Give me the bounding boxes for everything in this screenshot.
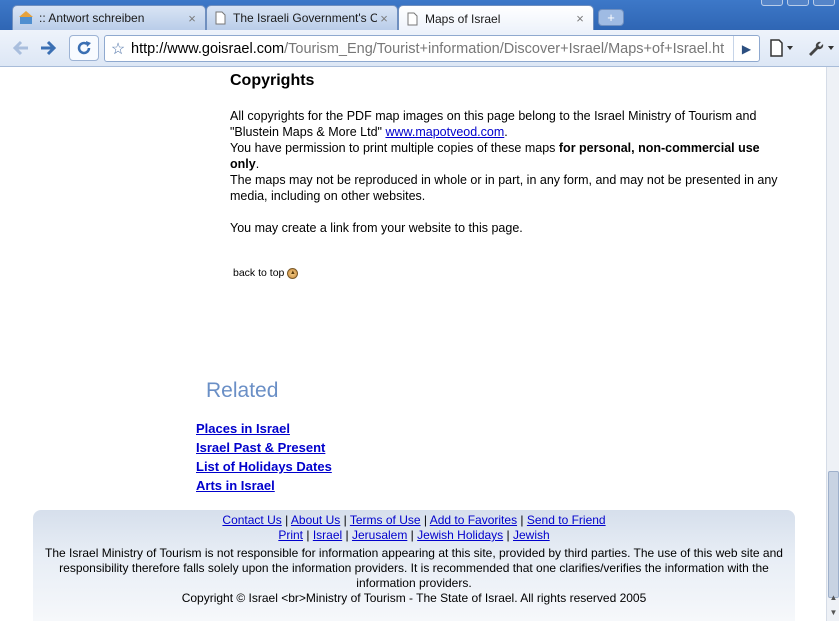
close-icon[interactable]: × bbox=[377, 11, 391, 26]
new-tab-button[interactable]: + bbox=[598, 9, 624, 26]
separator: | bbox=[343, 513, 347, 527]
israel-link[interactable]: Israel bbox=[313, 528, 342, 542]
page-favicon-icon bbox=[215, 11, 226, 25]
related-link-places[interactable]: Places in Israel bbox=[196, 419, 332, 438]
maximize-button[interactable] bbox=[787, 0, 809, 6]
period-text: . bbox=[255, 157, 260, 171]
footer-links-row-1: Contact Us | About Us | Terms of Use | A… bbox=[33, 513, 795, 528]
tab-israeli-government[interactable]: The Israeli Government's O... × bbox=[206, 5, 398, 30]
url-text[interactable]: http://www.goisrael.com/Tourism_Eng/Tour… bbox=[131, 41, 733, 57]
back-to-top-label: back to top bbox=[233, 267, 285, 279]
tab-strip: :: Antwort schreiben × The Israeli Gover… bbox=[0, 0, 839, 31]
footer-disclaimer: The Israel Ministry of Tourism is not re… bbox=[45, 546, 783, 590]
scroll-up-arrow-icon[interactable]: ▲ bbox=[827, 591, 839, 605]
arrow-right-icon bbox=[41, 40, 57, 56]
related-link-arts[interactable]: Arts in Israel bbox=[196, 476, 332, 495]
jerusalem-link[interactable]: Jerusalem bbox=[352, 528, 407, 542]
vertical-scrollbar[interactable]: ▲ ▼ bbox=[826, 67, 839, 621]
separator: | bbox=[345, 528, 349, 542]
reload-icon bbox=[77, 41, 91, 55]
related-heading: Related bbox=[206, 379, 279, 402]
forward-button[interactable] bbox=[35, 36, 61, 60]
separator: | bbox=[410, 528, 414, 542]
scrollbar-thumb[interactable] bbox=[828, 471, 839, 598]
scroll-down-arrow-icon[interactable]: ▼ bbox=[827, 606, 839, 620]
page-favicon-icon bbox=[407, 12, 418, 25]
up-arrow-icon: ▲ bbox=[287, 267, 299, 279]
page-menu-icon bbox=[770, 39, 793, 57]
page-viewport: Copyrights All copyrights for the PDF ma… bbox=[0, 67, 826, 621]
tab-antwort-schreiben[interactable]: :: Antwort schreiben × bbox=[12, 5, 206, 30]
footer-copyright: Copyright © Israel <br>Ministry of Touri… bbox=[181, 591, 647, 605]
close-icon[interactable]: × bbox=[573, 11, 587, 26]
back-to-top-link[interactable]: back to top ▲ bbox=[233, 267, 299, 279]
mapotveod-link[interactable]: www.mapotveod.com bbox=[385, 125, 504, 139]
arrow-left-icon bbox=[12, 40, 28, 56]
separator: | bbox=[506, 528, 510, 542]
footer-links-row-2: Print | Israel | Jerusalem | Jewish Holi… bbox=[33, 528, 795, 543]
page-footer: Contact Us | About Us | Terms of Use | A… bbox=[33, 510, 795, 621]
close-icon[interactable]: × bbox=[185, 11, 199, 26]
copyright-text: All copyrights for the PDF map images on… bbox=[230, 108, 790, 236]
copyright-paragraph-1: All copyrights for the PDF map images on… bbox=[230, 108, 790, 140]
separator: | bbox=[306, 528, 310, 542]
tab-label: :: Antwort schreiben bbox=[39, 11, 145, 25]
separator: | bbox=[285, 513, 289, 527]
related-link-past-present[interactable]: Israel Past & Present bbox=[196, 438, 332, 457]
separator: | bbox=[423, 513, 428, 527]
tab-label: The Israeli Government's O... bbox=[233, 11, 377, 25]
minimize-button[interactable] bbox=[761, 0, 783, 6]
copyright-paragraph-3: The maps may not be reproduced in whole … bbox=[230, 173, 778, 203]
tab-label: Maps of Israel bbox=[425, 11, 501, 26]
contact-us-link[interactable]: Contact Us bbox=[222, 513, 281, 527]
period-text: . bbox=[504, 125, 508, 139]
reload-button[interactable] bbox=[69, 35, 99, 61]
copyright-paragraph-2: You have permission to print multiple co… bbox=[230, 140, 790, 172]
about-us-link[interactable]: About Us bbox=[291, 513, 340, 527]
copyright-paragraph-4: You may create a link from your website … bbox=[230, 221, 523, 235]
play-icon[interactable]: ▶ bbox=[733, 36, 759, 61]
copyrights-heading: Copyrights bbox=[230, 72, 315, 89]
wrench-icon bbox=[809, 41, 834, 56]
url-host: http://www.goisrael.com bbox=[131, 40, 285, 57]
related-links: Places in Israel Israel Past & Present L… bbox=[196, 419, 332, 495]
url-path: /Tourism_Eng/Tourist+information/Discove… bbox=[284, 40, 725, 57]
back-button[interactable] bbox=[8, 36, 34, 60]
star-icon[interactable]: ☆ bbox=[105, 39, 131, 59]
related-link-holidays[interactable]: List of Holidays Dates bbox=[196, 457, 332, 476]
permission-text: You have permission to print multiple co… bbox=[230, 141, 559, 155]
house-favicon-icon bbox=[19, 11, 33, 24]
window-controls bbox=[761, 0, 835, 6]
page-menu-button[interactable] bbox=[768, 39, 798, 59]
separator: | bbox=[520, 513, 524, 527]
tools-menu-button[interactable] bbox=[806, 39, 836, 59]
terms-of-use-link[interactable]: Terms of Use bbox=[350, 513, 421, 527]
tab-maps-of-israel[interactable]: Maps of Israel × bbox=[398, 5, 594, 31]
browser-toolbar: ☆ http://www.goisrael.com/Tourism_Eng/To… bbox=[0, 30, 839, 67]
jewish-link[interactable]: Jewish bbox=[513, 528, 550, 542]
close-window-button[interactable] bbox=[813, 0, 835, 6]
jewish-holidays-link[interactable]: Jewish Holidays bbox=[417, 528, 503, 542]
address-bar[interactable]: ☆ http://www.goisrael.com/Tourism_Eng/To… bbox=[104, 35, 760, 62]
add-to-favorites-link[interactable]: Add to Favorites bbox=[430, 513, 517, 527]
send-to-friend-link[interactable]: Send to Friend bbox=[527, 513, 606, 527]
print-link[interactable]: Print bbox=[278, 528, 303, 542]
